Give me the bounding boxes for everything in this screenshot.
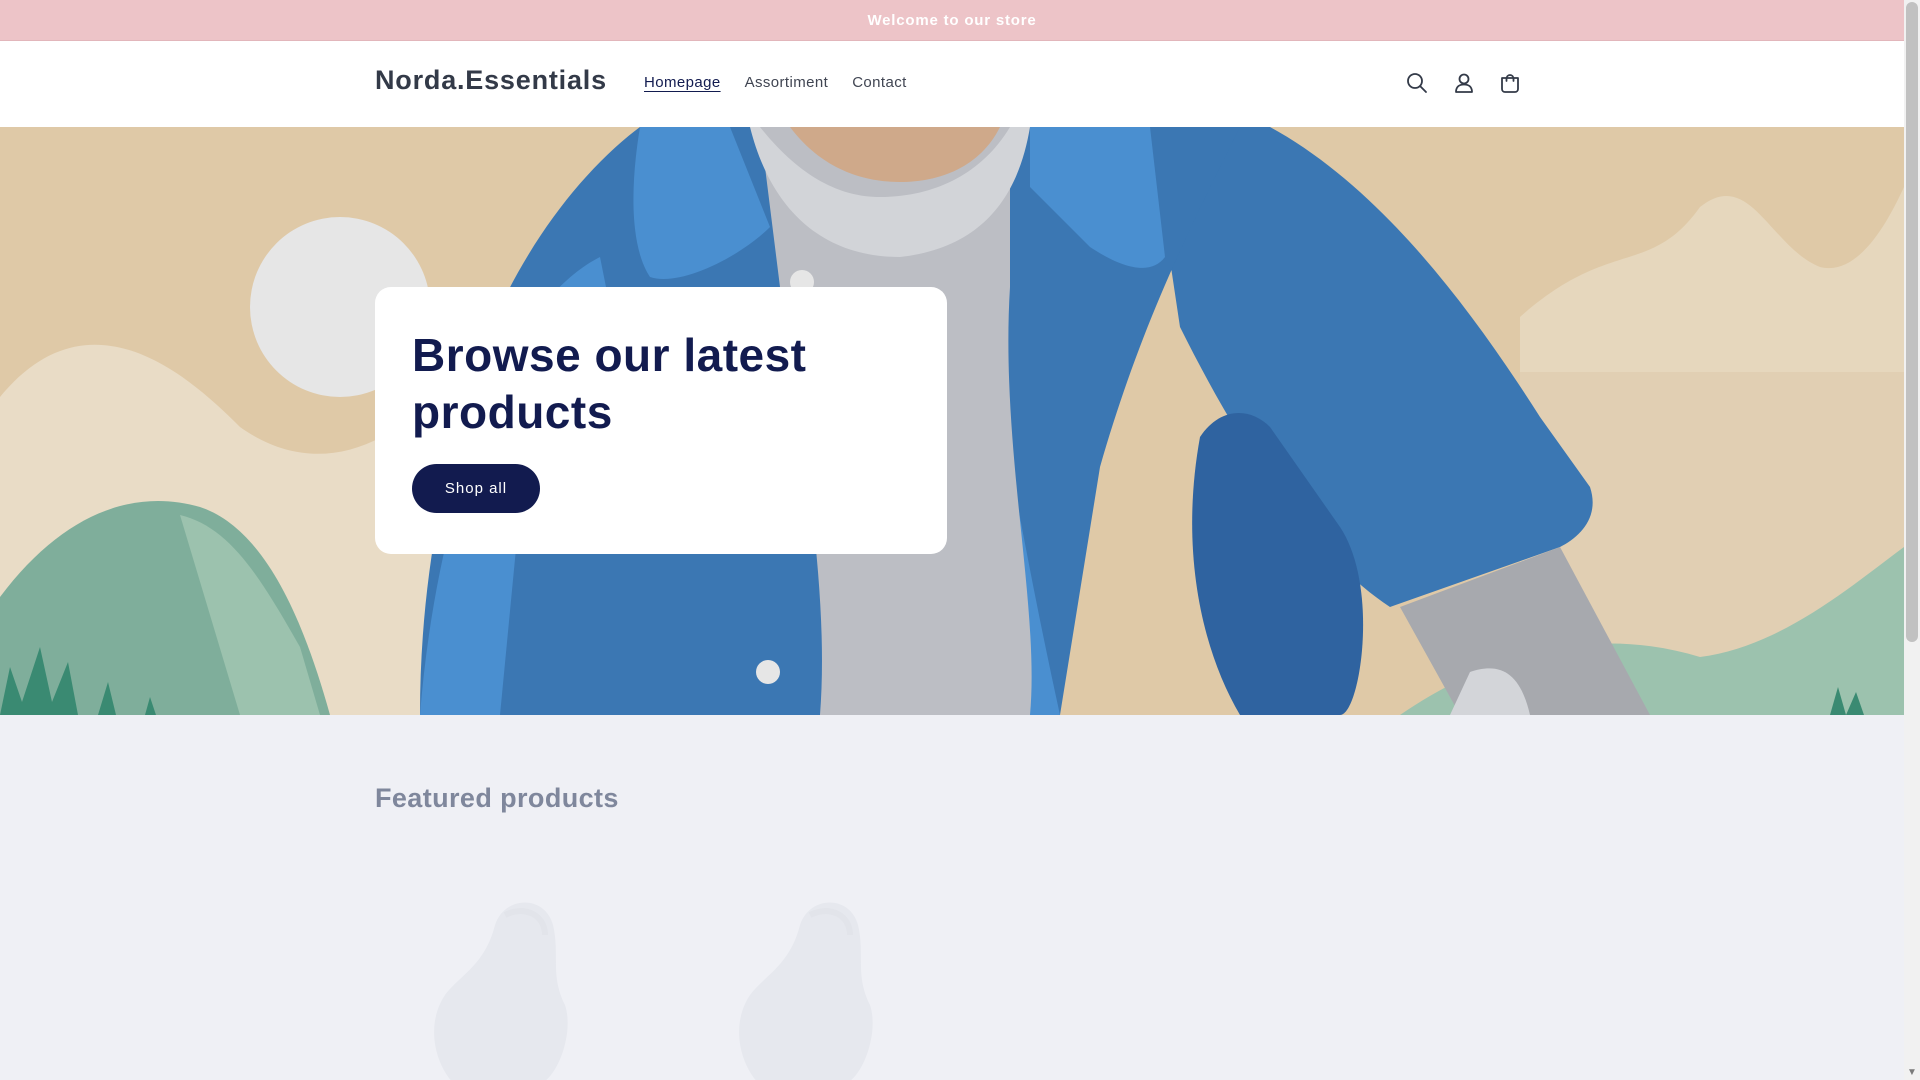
product-card[interactable] [375, 875, 675, 1080]
page: Welcome to our store Norda.Essentials Ho… [0, 0, 1904, 1080]
scrollbar-thumb[interactable] [1906, 2, 1918, 642]
hero-banner: Browse our latest products Shop all [0, 127, 1904, 715]
account-button[interactable] [1446, 65, 1482, 101]
main-navigation: Homepage Assortiment Contact [632, 73, 919, 93]
hero-content-card: Browse our latest products Shop all [375, 287, 947, 554]
nav-link-contact[interactable]: Contact [840, 73, 919, 93]
featured-products-title: Featured products [375, 783, 619, 813]
hero-illustration [0, 127, 1904, 715]
cart-button[interactable] [1492, 65, 1528, 101]
product-image-placeholder [739, 902, 873, 1080]
featured-products-section: Featured products [0, 715, 1904, 1080]
shop-all-button[interactable]: Shop all [412, 464, 540, 513]
nav-link-homepage[interactable]: Homepage [632, 73, 733, 93]
hero-title: Browse our latest products [412, 329, 807, 438]
jacket-button-bottom [756, 660, 780, 684]
search-button[interactable] [1399, 65, 1435, 101]
nav-link-assortiment[interactable]: Assortiment [733, 73, 841, 93]
scroll-down-arrow-icon[interactable]: ▼ [1907, 1068, 1917, 1078]
announcement-text: Welcome to our store [867, 11, 1037, 29]
announcement-bar: Welcome to our store [0, 0, 1904, 41]
cart-icon [1501, 74, 1519, 93]
site-header: Norda.Essentials Homepage Assortiment Co… [0, 41, 1904, 128]
product-card[interactable] [700, 875, 1000, 1080]
account-icon [1455, 73, 1473, 93]
page-scrollbar[interactable]: ▼ [1904, 0, 1920, 1080]
product-image-placeholder [434, 902, 568, 1080]
store-logo[interactable]: Norda.Essentials [375, 65, 607, 96]
search-icon [1407, 73, 1427, 93]
